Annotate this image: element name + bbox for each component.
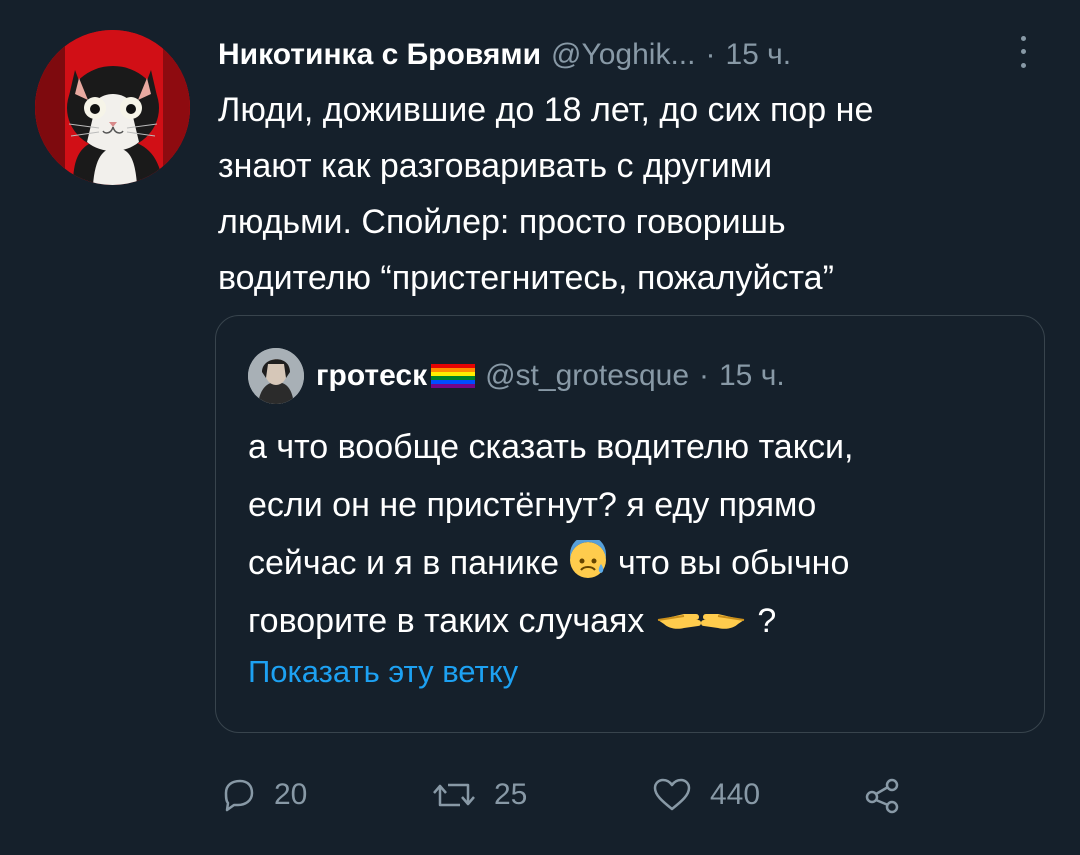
retweet-icon	[433, 783, 475, 807]
author-name[interactable]: Никотинка с Бровями	[218, 38, 541, 72]
show-thread-link[interactable]: Показать эту ветку	[248, 654, 518, 690]
quoted-separator-dot: ·	[699, 359, 709, 392]
tweet-text-line: Люди, дожившие до 18 лет, до сих пор не	[218, 91, 874, 129]
quoted-text-line: говорите в таких случаях ?	[248, 592, 1028, 650]
quoted-author-name[interactable]: гротеск	[316, 359, 427, 393]
share-button[interactable]	[862, 765, 918, 825]
quoted-text-fragment: сейчас и я в панике	[248, 544, 560, 582]
quoted-text-fragment: ?	[757, 602, 777, 640]
share-icon	[865, 778, 899, 814]
pointing-fingers-emoji-icon	[657, 614, 745, 629]
quoted-text-line: если он не пристёгнут? я еду прямо	[248, 486, 817, 524]
anxious-sweat-emoji-icon	[570, 540, 607, 578]
quoted-text-fragment: говорите в таких случаях	[248, 602, 645, 640]
tweet-time[interactable]: 15 ч.	[725, 38, 791, 72]
like-button[interactable]: 440	[650, 765, 760, 825]
reply-count: 20	[274, 778, 308, 811]
quoted-author-handle[interactable]: @st_grotesque	[485, 359, 689, 393]
quoted-author-avatar[interactable]	[248, 348, 304, 404]
tweet-header: Никотинка с Бровями @Yoghik... · 15 ч.	[218, 30, 1048, 80]
tweet-text-line: водителю “пристегнитесь, пожалуйста”	[218, 259, 834, 297]
separator-dot: ·	[705, 38, 716, 71]
tweet-text: Люди, дожившие до 18 лет, до сих пор не …	[218, 82, 1038, 306]
quoted-text-line: сейчас и я в панике что вы обычно	[248, 534, 1028, 592]
tweet-text-line: знают как разговаривать с другими	[218, 147, 773, 185]
heart-icon	[653, 778, 691, 811]
quoted-tweet-text: а что вообще сказать водителю такси, есл…	[248, 418, 1028, 650]
tweet-actions: 20 25 440	[218, 765, 978, 825]
cat-avatar-image	[35, 30, 190, 185]
reply-icon	[224, 779, 254, 812]
quoted-text-line: а что вообще сказать водителю такси,	[248, 428, 854, 466]
author-handle[interactable]: @Yoghik...	[551, 38, 695, 72]
quoted-avatar-image	[248, 348, 304, 404]
author-avatar[interactable]	[35, 30, 190, 185]
reply-button[interactable]: 20	[218, 765, 307, 825]
like-count: 440	[710, 778, 761, 811]
tweet[interactable]: Никотинка с Бровями @Yoghik... · 15 ч. Л…	[0, 0, 1080, 855]
retweet-button[interactable]: 25	[430, 765, 527, 825]
quoted-tweet-header: гротеск @st_grotesque · 15 ч.	[248, 346, 785, 406]
quoted-tweet-time[interactable]: 15 ч.	[719, 359, 785, 393]
quoted-tweet[interactable]: гротеск @st_grotesque · 15 ч. а что вооб…	[215, 315, 1045, 733]
retweet-count: 25	[494, 778, 528, 811]
more-icon[interactable]	[1013, 32, 1033, 72]
rainbow-flag-icon	[431, 364, 476, 388]
quoted-text-fragment: что вы обычно	[617, 544, 850, 582]
tweet-text-line: людьми. Спойлер: просто говоришь	[218, 203, 786, 241]
